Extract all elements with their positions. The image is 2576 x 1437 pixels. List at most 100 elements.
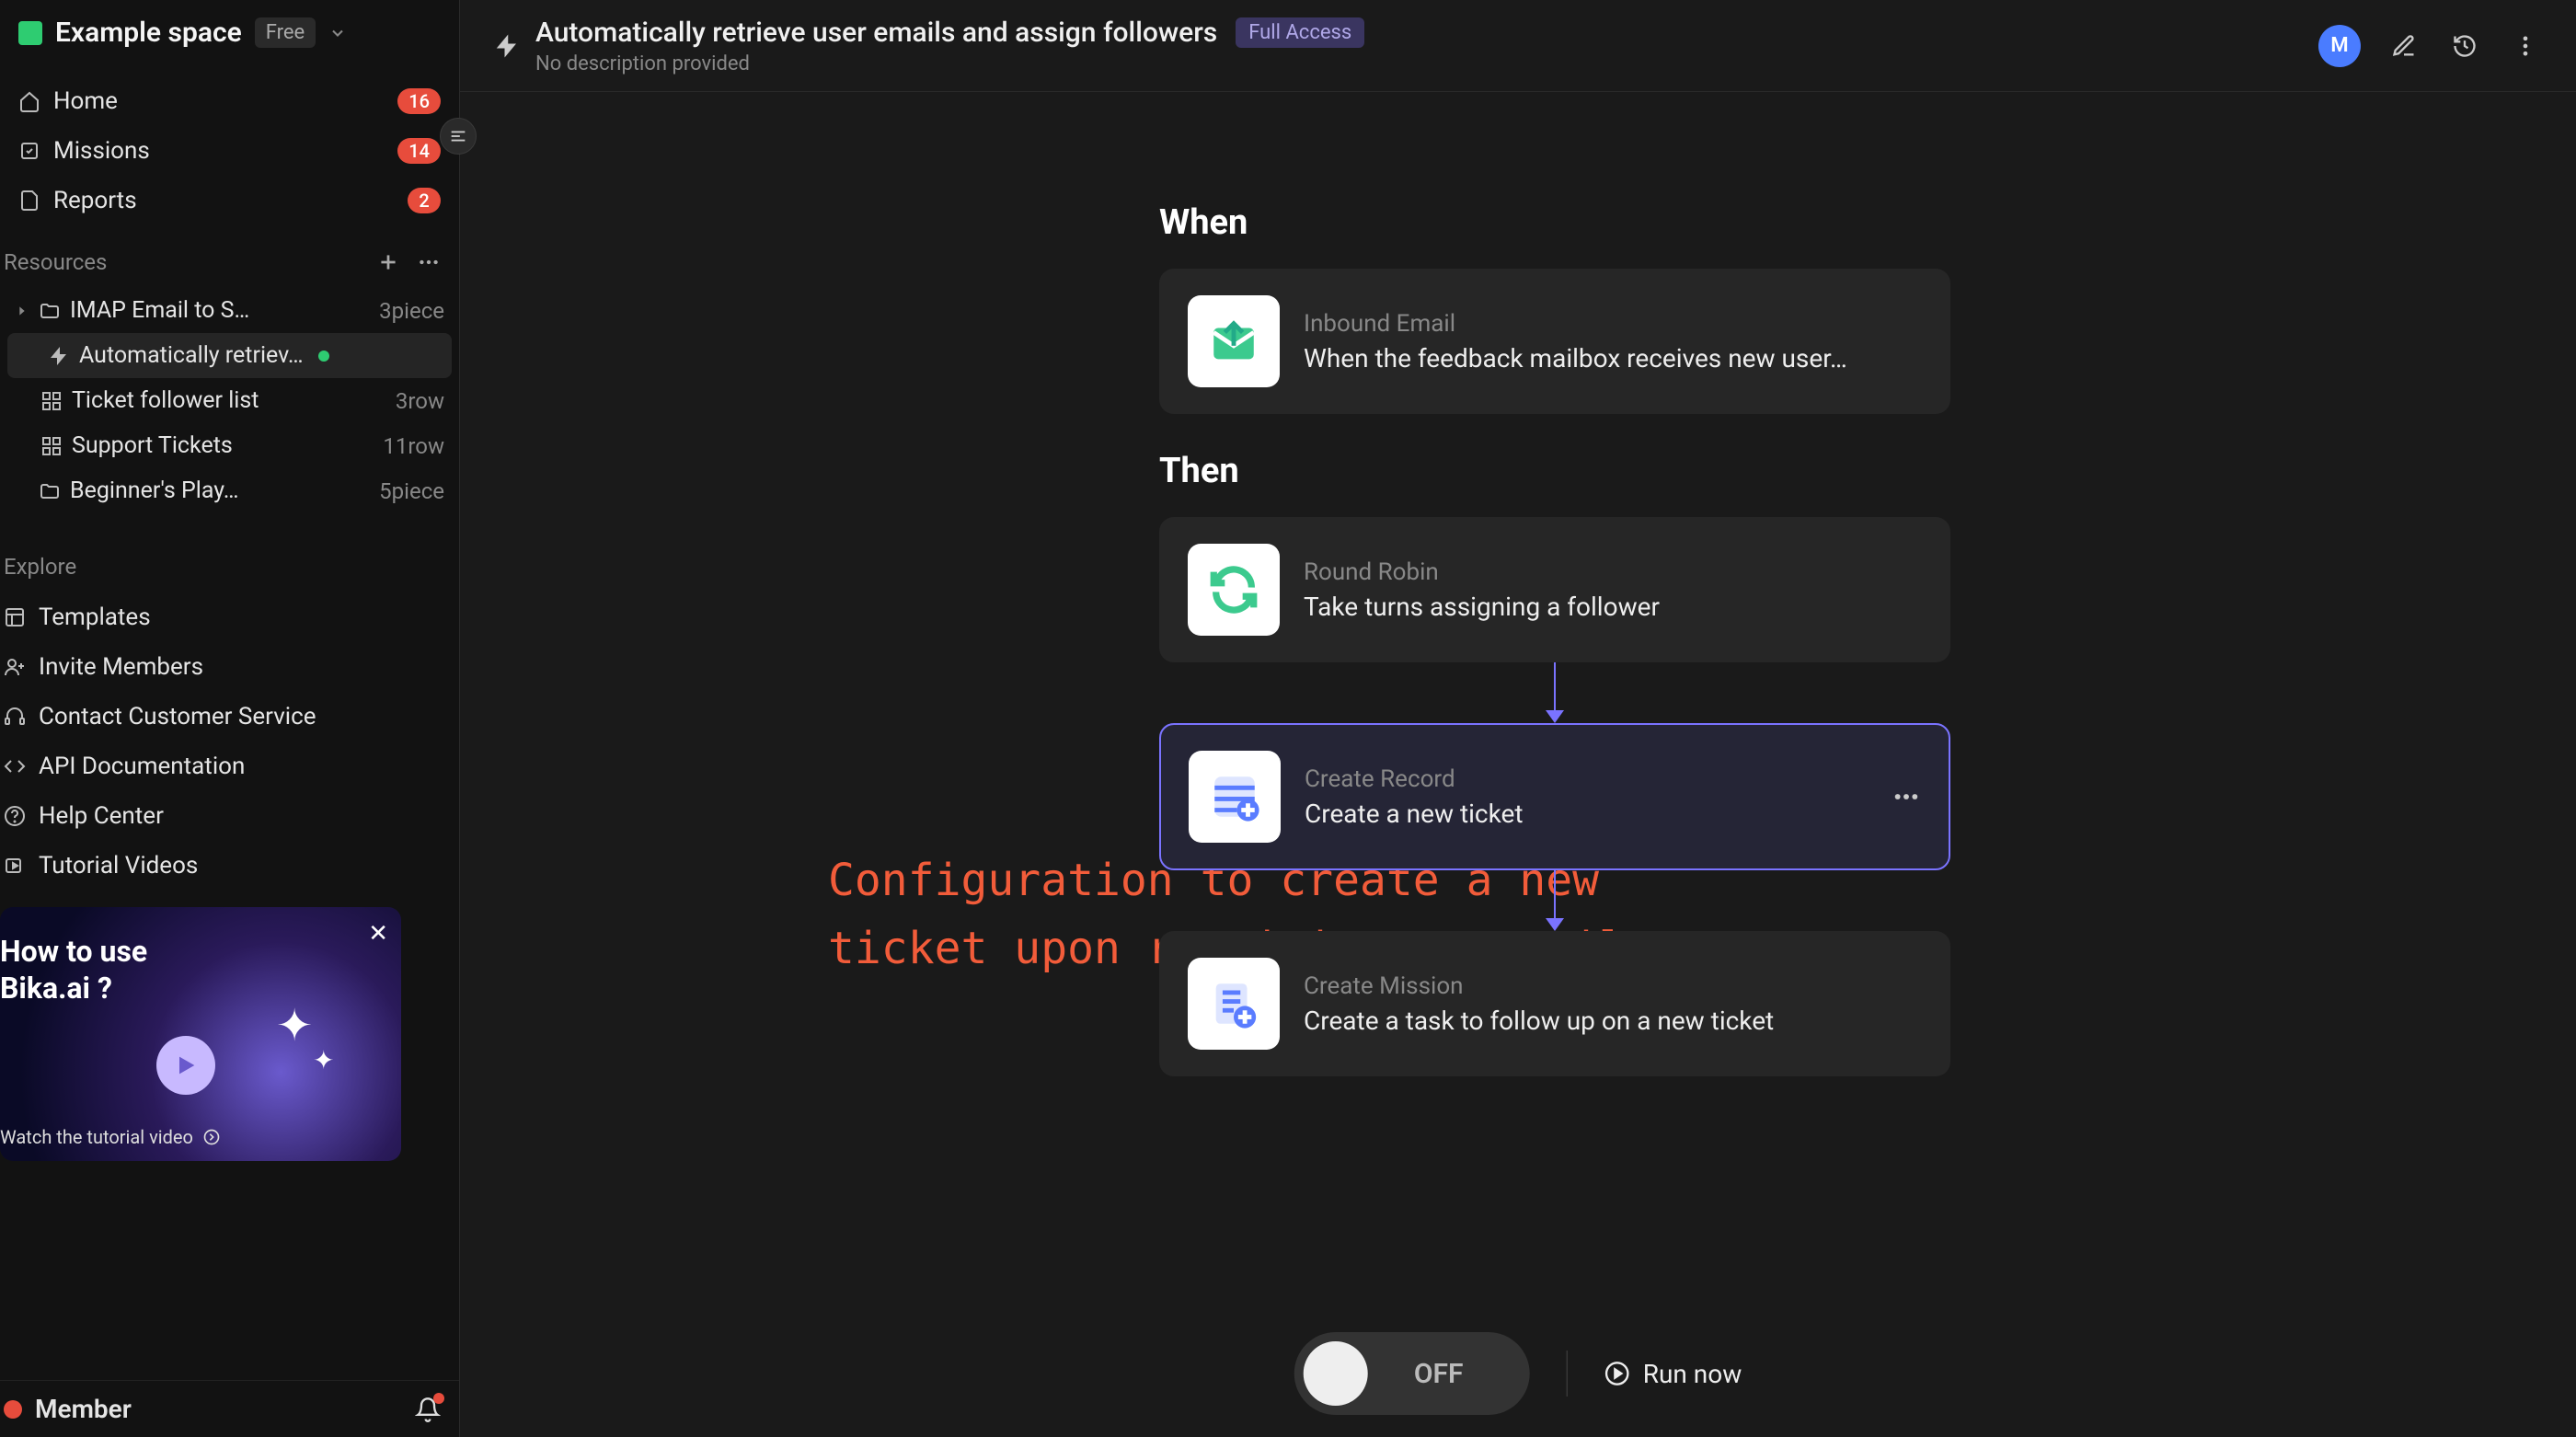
resource-meta: 5piece: [379, 478, 444, 504]
explore-label: Templates: [39, 604, 151, 631]
status-dot: [318, 351, 329, 362]
resource-meta: 3piece: [379, 298, 444, 324]
nav-label: Reports: [53, 187, 137, 214]
explore-label: Help Center: [39, 802, 164, 830]
explore-templates[interactable]: Templates: [0, 592, 459, 642]
folder-icon: [39, 300, 61, 322]
then-heading: Then: [1159, 451, 1950, 491]
nav-label: Home: [53, 87, 118, 115]
folder-icon: [39, 480, 61, 502]
history-icon: [2452, 33, 2478, 59]
round-robin-icon: [1188, 544, 1280, 636]
plus-icon[interactable]: [376, 250, 400, 274]
video-icon: [4, 855, 26, 877]
run-now-button[interactable]: Run now: [1604, 1359, 1742, 1389]
automation-toggle[interactable]: OFF: [1294, 1332, 1530, 1415]
node-type: Create Mission: [1304, 972, 1922, 1000]
pencil-icon: [2391, 33, 2417, 59]
nav-badge: 2: [408, 188, 441, 213]
notifications-button[interactable]: [415, 1397, 441, 1422]
code-icon: [4, 755, 26, 777]
explore-help[interactable]: Help Center: [0, 791, 459, 841]
resource-label: Automatically retriev…: [79, 342, 304, 369]
arrow-icon: [1546, 710, 1564, 723]
resources-header: Resources: [0, 236, 459, 288]
connector-line: [1554, 662, 1556, 712]
workspace-switcher[interactable]: Example space Free: [0, 0, 459, 65]
resource-folder[interactable]: IMAP Email to S… 3piece: [0, 288, 459, 333]
resource-label: Support Tickets: [72, 432, 233, 459]
explore-label: Contact Customer Service: [39, 703, 316, 730]
close-icon[interactable]: ✕: [368, 920, 388, 948]
create-record-icon: [1189, 751, 1281, 843]
node-more-button[interactable]: [1892, 782, 1921, 811]
more-icon: [1892, 782, 1921, 811]
toggle-label: OFF: [1368, 1358, 1521, 1390]
node-title: Create a new ticket: [1305, 799, 1868, 829]
promo-title-line2: Bika.ai ?: [0, 971, 112, 1006]
topbar-actions: M: [2318, 25, 2543, 67]
section-label: Explore: [4, 554, 76, 580]
nav-missions[interactable]: Missions 14: [0, 126, 459, 176]
explore-api[interactable]: API Documentation: [0, 741, 459, 791]
resource-table[interactable]: Support Tickets 11row: [0, 423, 459, 468]
flow-canvas[interactable]: Configuration to create a new ticket upo…: [460, 92, 2576, 1437]
explore-contact[interactable]: Contact Customer Service: [0, 692, 459, 741]
run-label: Run now: [1643, 1359, 1742, 1389]
node-title: Take turns assigning a follower: [1304, 592, 1922, 622]
sparkle-icon: ✦: [313, 1045, 334, 1075]
explore-tutorial[interactable]: Tutorial Videos: [0, 841, 459, 891]
node-type: Round Robin: [1304, 558, 1922, 586]
resource-table[interactable]: Ticket follower list 3row: [0, 378, 459, 423]
section-label: Resources: [4, 249, 107, 275]
edit-button[interactable]: [2386, 29, 2421, 63]
grid-icon: [40, 435, 63, 457]
headset-icon: [4, 706, 26, 728]
resource-label: Beginner's Play…: [70, 477, 239, 504]
more-icon: [2513, 33, 2538, 59]
divider: [1567, 1351, 1568, 1397]
bolt-icon: [493, 32, 521, 60]
tutorial-promo[interactable]: ✕ How to use Bika.ai ? ✦ ✦ Watch the tut…: [0, 907, 401, 1161]
sparkle-icon: ✦: [276, 999, 313, 1052]
action-node-create-record[interactable]: Create Record Create a new ticket: [1159, 723, 1950, 870]
avatar[interactable]: M: [2318, 25, 2361, 67]
flow-column: When Inbound Email When the feedback mai…: [1159, 202, 1950, 1076]
trigger-node[interactable]: Inbound Email When the feedback mailbox …: [1159, 269, 1950, 414]
resource-label: IMAP Email to S…: [70, 297, 249, 324]
nav-home[interactable]: Home 16: [0, 76, 459, 126]
node-title: When the feedback mailbox receives new u…: [1304, 343, 1922, 374]
notification-dot: [433, 1393, 444, 1404]
action-node-round-robin[interactable]: Round Robin Take turns assigning a follo…: [1159, 517, 1950, 662]
promo-caption-text: Watch the tutorial video: [0, 1126, 193, 1148]
main: Automatically retrieve user emails and a…: [460, 0, 2576, 1437]
chevron-down-icon: [328, 24, 347, 42]
more-button[interactable]: [2508, 29, 2543, 63]
resource-label: Ticket follower list: [72, 387, 259, 414]
resource-automation[interactable]: Automatically retriev…: [7, 333, 452, 378]
invite-icon: [4, 656, 26, 678]
topbar: Automatically retrieve user emails and a…: [460, 0, 2576, 92]
explore-label: Tutorial Videos: [39, 852, 198, 879]
nav-label: Missions: [53, 137, 150, 165]
play-button[interactable]: [156, 1036, 215, 1095]
sidebar-footer: Member: [0, 1380, 459, 1437]
node-type: Create Record: [1305, 765, 1868, 793]
when-heading: When: [1159, 202, 1950, 243]
explore-header: Explore: [0, 541, 459, 592]
templates-icon: [4, 606, 26, 628]
plan-badge: Free: [255, 17, 316, 48]
history-button[interactable]: [2447, 29, 2482, 63]
more-icon[interactable]: [417, 250, 441, 274]
inbound-email-icon: [1188, 295, 1280, 387]
sidebar-collapse-button[interactable]: [440, 118, 477, 155]
resource-meta: 3row: [396, 388, 444, 414]
explore-list: Templates Invite Members Contact Custome…: [0, 592, 459, 891]
sidebar: Example space Free Home 16 Missions 14 R…: [0, 0, 460, 1437]
nav-reports[interactable]: Reports 2: [0, 176, 459, 225]
action-node-create-mission[interactable]: Create Mission Create a task to follow u…: [1159, 931, 1950, 1076]
explore-invite[interactable]: Invite Members: [0, 642, 459, 692]
resource-folder[interactable]: Beginner's Play… 5piece: [0, 468, 459, 513]
workspace-name: Example space: [55, 17, 242, 49]
external-icon: [202, 1128, 221, 1146]
